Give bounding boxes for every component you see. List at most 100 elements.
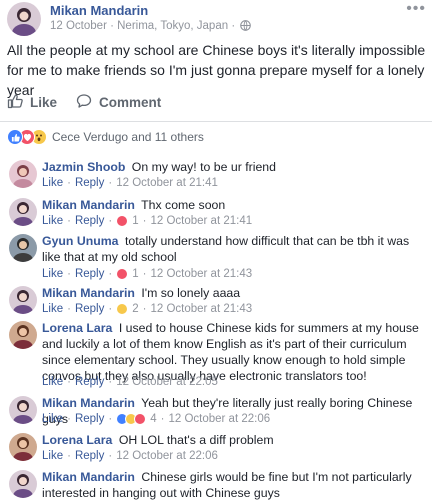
separator-dot: · [108,413,113,425]
comment-body: Mikan Mandarin I'm so lonely aaaa [42,285,428,301]
comment-text: I'm so lonely aaaa [141,286,241,300]
comment-body: Lorena Lara I used to house Chinese kids… [42,320,428,384]
commenter-avatar[interactable] [9,396,37,424]
commenter-avatar[interactable] [9,234,37,262]
separator-dot: · [142,303,147,315]
comment-reply-link[interactable]: Reply [75,376,104,388]
separator-dot: · [67,413,71,425]
comment-like-link[interactable]: Like [42,268,63,280]
comment-body: Mikan Mandarin Thx come soon [42,197,428,213]
like-reaction-icon [7,129,23,145]
author-avatar[interactable] [7,2,41,36]
commenter-name[interactable]: Lorena Lara [42,433,112,447]
comment-actions: Like · Reply · 1 · 12 October at 21:41 [42,215,252,227]
comment-like-link[interactable]: Like [42,177,63,189]
comment-reply-link[interactable]: Reply [75,268,104,280]
globe-icon [240,20,252,34]
comment-reactions[interactable]: 1 [116,215,139,227]
comment-timestamp[interactable]: 12 October at 22:06 [116,450,218,462]
comment-text: On my way! to be ur friend [131,160,276,174]
commenter-avatar[interactable] [9,433,37,461]
more-options-icon[interactable]: ••• [406,0,426,18]
post-timestamp-location[interactable]: 12 October · Nerima, Tokyo, Japan · [50,20,235,32]
comment-reactions[interactable]: 2 [116,303,139,315]
comment-like-link[interactable]: Like [42,450,63,462]
love-reaction-icon [134,413,147,425]
separator-dot: · [67,376,71,388]
comment-reply-link[interactable]: Reply [75,303,104,315]
comment-reply-link[interactable]: Reply [75,413,104,425]
reaction-count: 2 [132,303,139,315]
separator-dot: · [67,215,71,227]
separator-dot: · [142,268,147,280]
comment-reply-link[interactable]: Reply [75,450,104,462]
comment-timestamp[interactable]: 12 October at 21:41 [150,215,252,227]
comment-timestamp[interactable]: 12 October at 22:06 [168,413,270,425]
separator-dot: · [108,376,113,388]
comment-actions: Like · Reply · 4 · 12 October at 22:06 [42,413,270,425]
commenter-avatar[interactable] [9,160,37,188]
commenter-name[interactable]: Mikan Mandarin [42,198,135,212]
separator-dot: · [108,450,113,462]
separator-dot: · [142,215,147,227]
comment-timestamp[interactable]: 12 October at 22:05 [116,376,218,388]
reaction-count: 4 [150,413,157,425]
commenter-name[interactable]: Mikan Mandarin [42,470,135,484]
separator-dot: · [108,268,113,280]
post-author-name[interactable]: Mikan Mandarin [50,3,148,18]
comment-actions: Like · Reply · 12 October at 22:06 [42,450,218,462]
comment-body: Mikan Mandarin Chinese girls would be fi… [42,469,428,500]
commenter-avatar[interactable] [9,198,37,226]
comment-actions: Like · Reply · 1 · 12 October at 21:43 [42,268,252,280]
reactions-count-text[interactable]: Cece Verdugo and 11 others [52,130,204,144]
reaction-count: 1 [132,215,139,227]
comment-button-label: Comment [99,95,162,110]
love-reaction-icon [116,268,129,280]
sad-reaction-icon [116,303,129,315]
comment-body: Gyun Unuma totally understand how diffic… [42,233,428,265]
post-header: Mikan Mandarin 12 October · Nerima, Toky… [0,0,432,38]
comment-timestamp[interactable]: 12 October at 21:43 [150,303,252,315]
commenter-avatar[interactable] [9,321,37,349]
separator-dot: · [108,177,113,189]
commenter-avatar[interactable] [9,286,37,314]
comment-actions: Like · Reply · 12 October at 22:05 [42,376,218,388]
comment-text: OH LOL that's a diff problem [118,433,274,447]
thumbs-up-icon [7,93,23,112]
comment-like-link[interactable]: Like [42,376,63,388]
commenter-name[interactable]: Lorena Lara [42,321,112,335]
commenter-name[interactable]: Mikan Mandarin [42,396,135,410]
reaction-count: 1 [132,268,139,280]
comment-reactions[interactable]: 1 [116,268,139,280]
comment-reply-link[interactable]: Reply [75,177,104,189]
separator-dot: · [67,177,71,189]
comment-reactions[interactable]: 4 [116,413,157,425]
comment-text: Thx come soon [141,198,226,212]
post-meta: 12 October · Nerima, Tokyo, Japan · [50,20,252,34]
separator-dot: · [67,268,71,280]
comment-reply-link[interactable]: Reply [75,215,104,227]
like-button-label: Like [30,95,58,110]
comment-like-link[interactable]: Like [42,303,63,315]
comment-timestamp[interactable]: 12 October at 21:43 [150,268,252,280]
comment-like-link[interactable]: Like [42,413,63,425]
comment-body: Lorena Lara OH LOL that's a diff problem [42,432,428,448]
commenter-name[interactable]: Jazmin Shoob [42,160,125,174]
comment-timestamp[interactable]: 12 October at 21:41 [116,177,218,189]
separator-dot: · [108,303,113,315]
speech-bubble-icon [76,93,92,112]
like-button[interactable]: Like [7,93,57,112]
commenter-avatar[interactable] [9,470,37,498]
comment-button[interactable]: Comment [76,93,161,112]
comment-actions: Like · Reply · 12 October at 21:41 [42,177,218,189]
commenter-name[interactable]: Mikan Mandarin [42,286,135,300]
divider [0,121,432,122]
separator-dot: · [108,215,113,227]
separator-dot: · [160,413,165,425]
post-action-bar: Like Comment [0,90,432,116]
commenter-name[interactable]: Gyun Unuma [42,234,119,248]
comment-like-link[interactable]: Like [42,215,63,227]
reactions-summary[interactable]: Cece Verdugo and 11 others [7,128,204,146]
comment-body: Jazmin Shoob On my way! to be ur friend [42,159,428,175]
separator-dot: · [67,450,71,462]
